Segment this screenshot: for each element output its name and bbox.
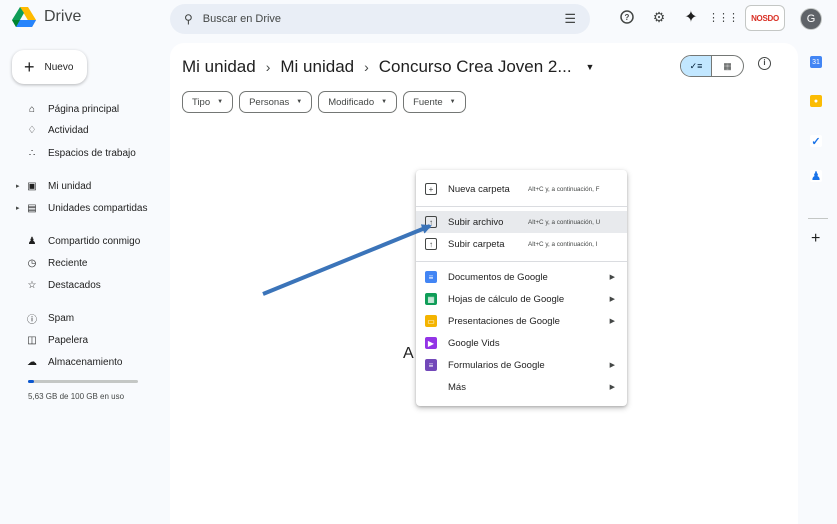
menu-item-google-vids[interactable]: ▶ Google Vids <box>416 332 627 354</box>
sidebar-item-starred[interactable]: ☆ Destacados <box>0 275 101 295</box>
tune-icon[interactable]: ☰ <box>564 11 576 27</box>
slides-icon: ▭ <box>425 315 437 327</box>
menu-divider <box>416 261 627 262</box>
menu-item-google-slides[interactable]: ▭ Presentaciones de Google ▶ <box>416 310 627 332</box>
sidebar-item-workspaces[interactable]: ∴ Espacios de trabajo <box>0 143 136 163</box>
chevron-right-icon: › <box>364 59 369 75</box>
sidebar-item-recent[interactable]: ◷ Reciente <box>0 253 88 273</box>
my-drive-icon: ▣ <box>27 180 37 192</box>
submenu-arrow-icon: ▶ <box>609 318 615 325</box>
bell-icon: ♢ <box>27 124 37 136</box>
new-button-label: Nuevo <box>44 61 74 73</box>
sidebar-item-shared-drives[interactable]: ▸ ▤ Unidades compartidas <box>0 198 148 218</box>
sheets-icon: ▦ <box>425 293 437 305</box>
storage-bar <box>28 380 138 383</box>
submenu-arrow-icon: ▶ <box>609 384 615 391</box>
docs-icon: ≡ <box>425 271 437 283</box>
sidebar-item-spam[interactable]: ⓘ Spam <box>0 308 74 328</box>
plus-icon: + <box>24 57 35 77</box>
menu-item-google-docs[interactable]: ≡ Documentos de Google ▶ <box>416 266 627 288</box>
caret-down-icon: ▼ <box>449 99 456 105</box>
new-folder-icon: + <box>425 183 437 195</box>
breadcrumb-parent[interactable]: Mi unidad <box>280 57 354 77</box>
grid-view-button[interactable]: ▦ <box>712 56 743 76</box>
menu-item-upload-file[interactable]: ↑ Subir archivo Alt+C y, a continuación,… <box>416 211 627 233</box>
upload-file-icon: ↑ <box>425 216 437 228</box>
workspaces-icon: ∴ <box>28 147 36 159</box>
drive-logo-icon <box>12 7 36 27</box>
storage-bar-fill <box>28 380 35 383</box>
sidebar-item-shared-with-me[interactable]: ♟ Compartido conmigo <box>0 231 141 251</box>
contacts-icon[interactable]: ♟ <box>810 169 822 183</box>
breadcrumb-root[interactable]: Mi unidad <box>182 57 256 77</box>
sidebar-item-storage[interactable]: ☁ Almacenamiento <box>0 352 122 372</box>
apps-icon[interactable]: ⋮⋮⋮ <box>708 8 739 26</box>
expand-arrow-icon[interactable]: ▸ <box>16 182 24 190</box>
caret-down-icon: ▼ <box>217 99 224 105</box>
caret-down-icon: ▼ <box>381 99 388 105</box>
sidebar-item-trash[interactable]: ◫ Papelera <box>0 330 88 350</box>
menu-item-upload-folder[interactable]: ↑ Subir carpeta Alt+C y, a continuación,… <box>416 233 627 255</box>
chevron-right-icon: › <box>265 59 271 75</box>
info-icon[interactable]: i <box>758 57 771 70</box>
add-addon-icon[interactable]: + <box>811 230 820 248</box>
empty-state-text-fragment: A <box>403 345 414 362</box>
forms-icon: ≡ <box>425 359 437 371</box>
rail-divider <box>808 218 828 219</box>
star-icon: ☆ <box>27 279 37 291</box>
upload-folder-icon: ↑ <box>425 238 437 250</box>
home-icon: ⌂ <box>28 103 36 115</box>
spam-icon: ⓘ <box>27 314 37 326</box>
submenu-arrow-icon: ▶ <box>609 362 615 369</box>
breadcrumb: Mi unidad › Mi unidad › Concurso Crea Jo… <box>182 57 594 77</box>
vids-icon: ▶ <box>425 337 437 349</box>
avatar[interactable]: G <box>800 8 822 30</box>
view-toggle: ✓≡ ▦ <box>680 55 744 77</box>
filter-chips: Tipo ▼ Personas ▼ Modificado ▼ Fuente ▼ <box>182 91 466 113</box>
settings-icon[interactable]: ⚙ <box>650 8 668 26</box>
people-icon: ♟ <box>27 235 37 247</box>
filter-chip-type[interactable]: Tipo ▼ <box>182 91 234 113</box>
new-context-menu: + Nueva carpeta Alt+C y, a continuación,… <box>416 170 627 406</box>
menu-item-google-forms[interactable]: ≡ Formularios de Google ▶ <box>416 354 627 376</box>
trash-icon: ◫ <box>27 334 37 346</box>
caret-down-icon: ▼ <box>296 99 303 105</box>
filter-chip-modified[interactable]: Modificado ▼ <box>318 91 398 113</box>
sidebar-item-activity[interactable]: ♢ Actividad <box>0 120 89 140</box>
storage-usage-text: 5,63 GB de 100 GB en uso <box>28 392 125 401</box>
help-icon[interactable]: ? <box>618 8 636 26</box>
calendar-icon[interactable]: 31 <box>810 56 822 68</box>
expand-arrow-icon[interactable]: ▸ <box>16 204 24 212</box>
brand-logo[interactable]: NOSDO <box>745 5 785 31</box>
drive-logo[interactable]: Drive <box>12 6 81 28</box>
cloud-icon: ☁ <box>27 356 37 368</box>
search-placeholder: Buscar en Drive <box>202 13 282 25</box>
menu-item-google-sheets[interactable]: ▦ Hojas de cálculo de Google ▶ <box>416 288 627 310</box>
filter-chip-source[interactable]: Fuente ▼ <box>403 91 466 113</box>
sidebar-item-my-drive[interactable]: ▸ ▣ Mi unidad <box>0 176 91 196</box>
search-input[interactable]: ⚲ Buscar en Drive ☰ <box>170 4 590 34</box>
menu-item-new-folder[interactable]: + Nueva carpeta Alt+C y, a continuación,… <box>416 178 627 200</box>
menu-divider <box>416 206 627 207</box>
caret-down-icon[interactable]: ▼ <box>586 62 595 72</box>
shared-drives-icon: ▤ <box>27 202 37 214</box>
search-icon: ⚲ <box>184 12 193 26</box>
svg-text:?: ? <box>625 13 630 22</box>
breadcrumb-current[interactable]: Concurso Crea Joven 2... <box>379 57 572 77</box>
submenu-arrow-icon: ▶ <box>609 296 615 303</box>
app-name: Drive <box>44 8 82 25</box>
sidebar-item-home[interactable]: ⌂ Página principal <box>0 99 119 119</box>
tasks-icon[interactable]: ✓ <box>810 135 822 148</box>
gemini-icon[interactable]: ✦ <box>682 8 700 26</box>
menu-item-more[interactable]: Más ▶ <box>416 376 627 398</box>
new-button[interactable]: + Nuevo <box>12 50 87 84</box>
clock-icon: ◷ <box>27 257 37 269</box>
keep-icon[interactable]: ● <box>810 95 822 107</box>
filter-chip-people[interactable]: Personas ▼ <box>239 91 313 113</box>
submenu-arrow-icon: ▶ <box>609 274 615 281</box>
list-view-button[interactable]: ✓≡ <box>681 56 713 76</box>
